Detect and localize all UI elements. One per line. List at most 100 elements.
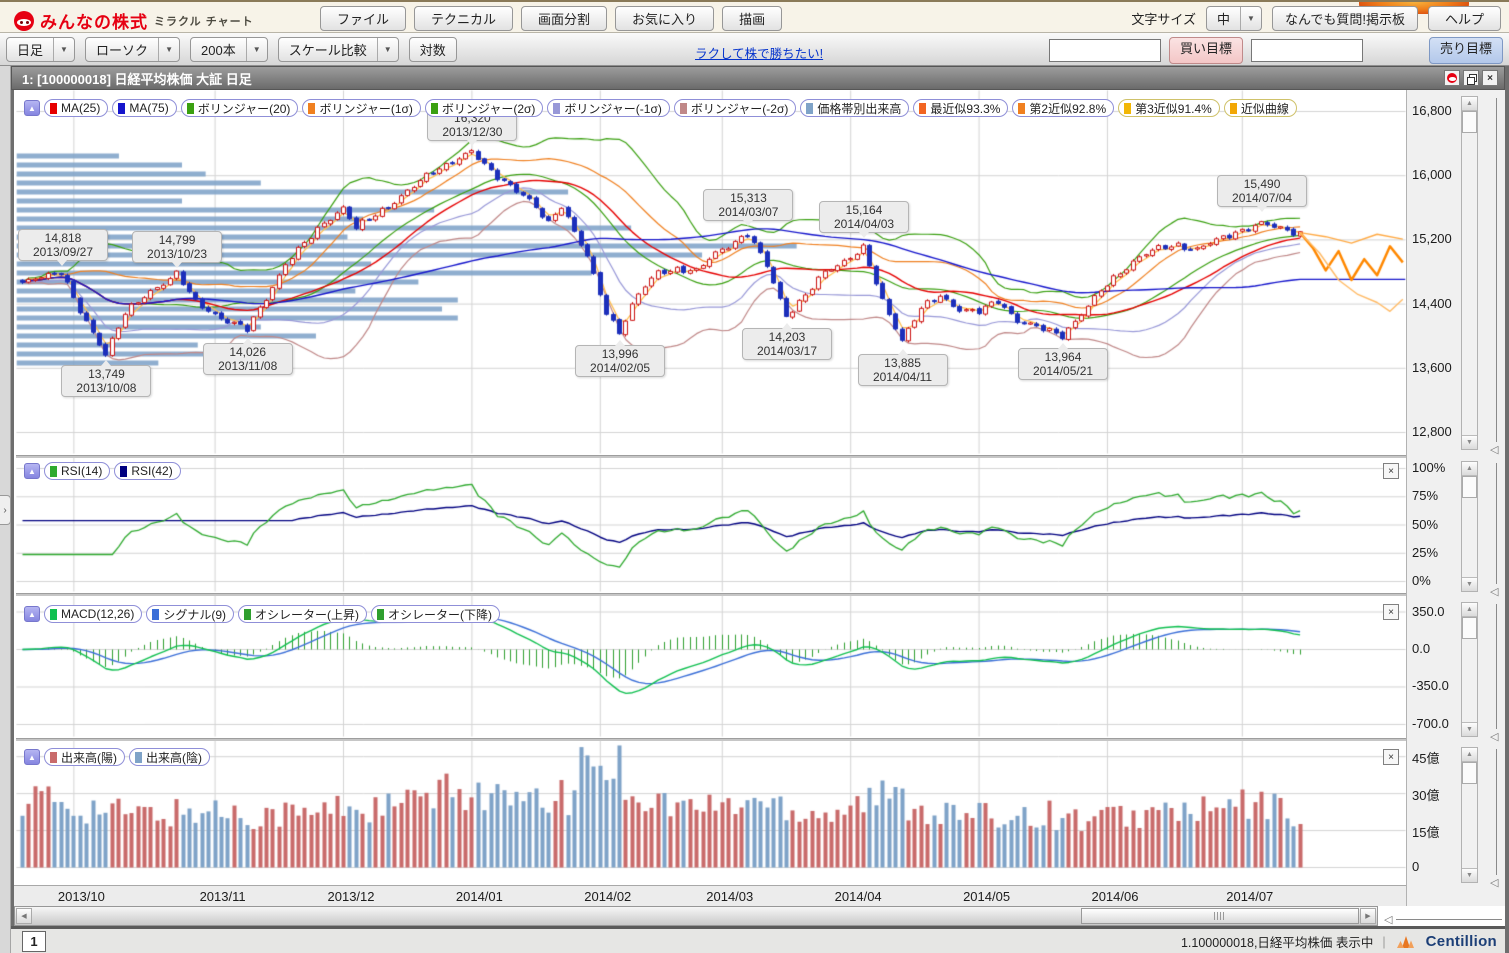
- period-select[interactable]: 日足 ▼: [6, 37, 75, 62]
- sell-target-input[interactable]: [1251, 39, 1363, 62]
- legend-collapse-button[interactable]: ▲: [24, 749, 40, 765]
- scroll-down-icon[interactable]: ▼: [1462, 868, 1477, 882]
- vertical-scroll-thumb[interactable]: [1462, 762, 1477, 784]
- scroll-up-icon[interactable]: ▲: [1462, 462, 1477, 476]
- scroll-down-icon[interactable]: ▼: [1462, 435, 1477, 449]
- legend-item[interactable]: オシレーター(上昇): [238, 605, 367, 623]
- legend-item[interactable]: ボリンジャー(20): [181, 99, 299, 117]
- legend-collapse-button[interactable]: ▲: [24, 463, 40, 479]
- panel-separator[interactable]: [16, 455, 1406, 458]
- scroll-up-icon[interactable]: ▲: [1462, 603, 1477, 617]
- font-size-select[interactable]: 中 ▼: [1206, 6, 1262, 31]
- promo-link[interactable]: ラクして株で勝ちたい!: [695, 43, 823, 62]
- legend-item[interactable]: ボリンジャー(2σ): [425, 99, 543, 117]
- close-window-icon[interactable]: ×: [1482, 70, 1498, 86]
- scroll-right-icon[interactable]: ▶: [1360, 908, 1376, 924]
- legend-item[interactable]: ボリンジャー(-1σ): [547, 99, 669, 117]
- vertical-scroll-thumb[interactable]: [1462, 617, 1477, 639]
- side-panel-toggle[interactable]: ›: [0, 495, 11, 525]
- draw-button[interactable]: 描画: [722, 6, 782, 31]
- vertical-zoom-slider[interactable]: ◁: [1489, 96, 1503, 454]
- legend-item[interactable]: RSI(42): [114, 462, 180, 480]
- scroll-down-icon[interactable]: ▼: [1462, 722, 1477, 736]
- app-logo: みんなの株式 ミラクル チャート: [14, 8, 254, 33]
- scroll-left-icon[interactable]: ◀: [16, 908, 32, 924]
- close-panel-icon[interactable]: ×: [1383, 749, 1399, 765]
- legend-collapse-button[interactable]: ▲: [24, 100, 40, 116]
- legend-item[interactable]: 第2近似92.8%: [1012, 99, 1114, 117]
- file-button[interactable]: ファイル: [320, 6, 406, 31]
- slider-triangle-icon[interactable]: ◁: [1490, 443, 1498, 456]
- brand-subtitle: ミラクル チャート: [154, 13, 254, 29]
- legend-label: 価格帯別出来高: [817, 100, 901, 117]
- scale-compare-select[interactable]: スケール比較 ▼: [278, 37, 399, 62]
- bar-count-select[interactable]: 200本 ▼: [190, 37, 268, 62]
- chart-window-titlebar[interactable]: 1: [100000018] 日経平均株価 大証 日足 ×: [11, 66, 1505, 90]
- legend-collapse-button[interactable]: ▲: [24, 606, 40, 622]
- annotation-date: 2014/04/03: [820, 217, 908, 231]
- legend-item[interactable]: 最近似93.3%: [913, 99, 1008, 117]
- chevron-down-icon: ▼: [158, 38, 179, 61]
- help-button[interactable]: ヘルプ: [1428, 6, 1501, 31]
- legend-item[interactable]: RSI(14): [44, 462, 110, 480]
- scroll-up-icon[interactable]: ▲: [1462, 97, 1477, 111]
- vertical-scrollbar[interactable]: ▲▼: [1461, 602, 1478, 737]
- legend-item[interactable]: 第3近似91.4%: [1118, 99, 1220, 117]
- panel-separator[interactable]: [16, 738, 1406, 741]
- vertical-zoom-slider[interactable]: ◁: [1489, 747, 1503, 887]
- horizontal-scrollbar[interactable]: ◀ ▶: [14, 906, 1378, 926]
- legend-item[interactable]: MA(25): [44, 99, 108, 117]
- legend-item[interactable]: MACD(12,26): [44, 605, 142, 623]
- slider-triangle-icon[interactable]: ◁: [1490, 876, 1498, 889]
- log-scale-button[interactable]: 対数: [409, 37, 457, 62]
- slider-triangle-icon[interactable]: ◁: [1490, 585, 1498, 598]
- vertical-scroll-thumb[interactable]: [1462, 476, 1477, 498]
- legend-item[interactable]: 近似曲線: [1224, 99, 1297, 117]
- legend-item[interactable]: シグナル(9): [146, 605, 234, 623]
- mascot-titlebar-icon[interactable]: [1444, 70, 1460, 86]
- buy-target-input[interactable]: [1049, 39, 1161, 62]
- close-panel-icon[interactable]: ×: [1383, 604, 1399, 620]
- axis-tick-label: 12,800: [1412, 424, 1452, 439]
- split-screen-button[interactable]: 画面分割: [521, 6, 607, 31]
- scroll-up-icon[interactable]: ▲: [1462, 748, 1477, 762]
- legend-item[interactable]: 価格帯別出来高: [800, 99, 909, 117]
- legend-swatch-icon: [135, 752, 142, 763]
- technical-button[interactable]: テクニカル: [414, 6, 513, 31]
- price-legend: ▲MA(25)MA(75) ボリンジャー(20)ボリンジャー(1σ) ボリンジャー(…: [24, 99, 1297, 117]
- horizontal-scroll-thumb[interactable]: [1081, 908, 1359, 924]
- qa-board-button[interactable]: なんでも質問!掲示板: [1272, 6, 1418, 31]
- horizontal-zoom-slider[interactable]: ◁: [1384, 912, 1504, 926]
- annotation-pointer-icon: [243, 338, 253, 344]
- vertical-scroll-thumb[interactable]: [1462, 111, 1477, 133]
- legend-label: 出来高(陰): [146, 749, 202, 766]
- legend-item[interactable]: ボリンジャー(-2σ): [674, 99, 796, 117]
- legend-item[interactable]: 出来高(陽): [44, 748, 125, 766]
- chart-tab-1[interactable]: 1: [22, 931, 46, 952]
- buy-target-button[interactable]: 買い目標: [1169, 37, 1243, 64]
- favorites-button[interactable]: お気に入り: [615, 6, 714, 31]
- header-right-controls: 文字サイズ 中 ▼ なんでも質問!掲示板 ヘルプ: [1131, 6, 1501, 31]
- vertical-scrollbar[interactable]: ▲▼: [1461, 96, 1478, 450]
- vertical-scrollbar[interactable]: ▲▼: [1461, 461, 1478, 592]
- slider-triangle-icon[interactable]: ◁: [1490, 730, 1498, 743]
- restore-window-icon[interactable]: [1463, 70, 1479, 86]
- chart-type-select[interactable]: ローソク ▼: [85, 37, 180, 62]
- scroll-down-icon[interactable]: ▼: [1462, 577, 1477, 591]
- vertical-scrollbar[interactable]: ▲▼: [1461, 747, 1478, 883]
- font-size-value: 中: [1207, 7, 1240, 30]
- target-controls: 買い目標 売り目標: [1049, 37, 1503, 64]
- legend-item[interactable]: ボリンジャー(1σ): [302, 99, 420, 117]
- sell-target-button[interactable]: 売り目標: [1429, 37, 1503, 64]
- slider-triangle-icon[interactable]: ◁: [1384, 913, 1392, 926]
- axis-tick-label: 0: [1412, 859, 1419, 874]
- legend-item[interactable]: オシレーター(下降): [371, 605, 500, 623]
- vertical-zoom-slider[interactable]: ◁: [1489, 602, 1503, 741]
- vertical-zoom-slider[interactable]: ◁: [1489, 461, 1503, 596]
- panel-separator[interactable]: [16, 593, 1406, 596]
- price-annotation: 15,3132014/03/07: [703, 189, 793, 221]
- axis-tick-label: 75%: [1412, 488, 1438, 503]
- legend-item[interactable]: 出来高(陰): [129, 748, 210, 766]
- close-panel-icon[interactable]: ×: [1383, 463, 1399, 479]
- legend-item[interactable]: MA(75): [112, 99, 176, 117]
